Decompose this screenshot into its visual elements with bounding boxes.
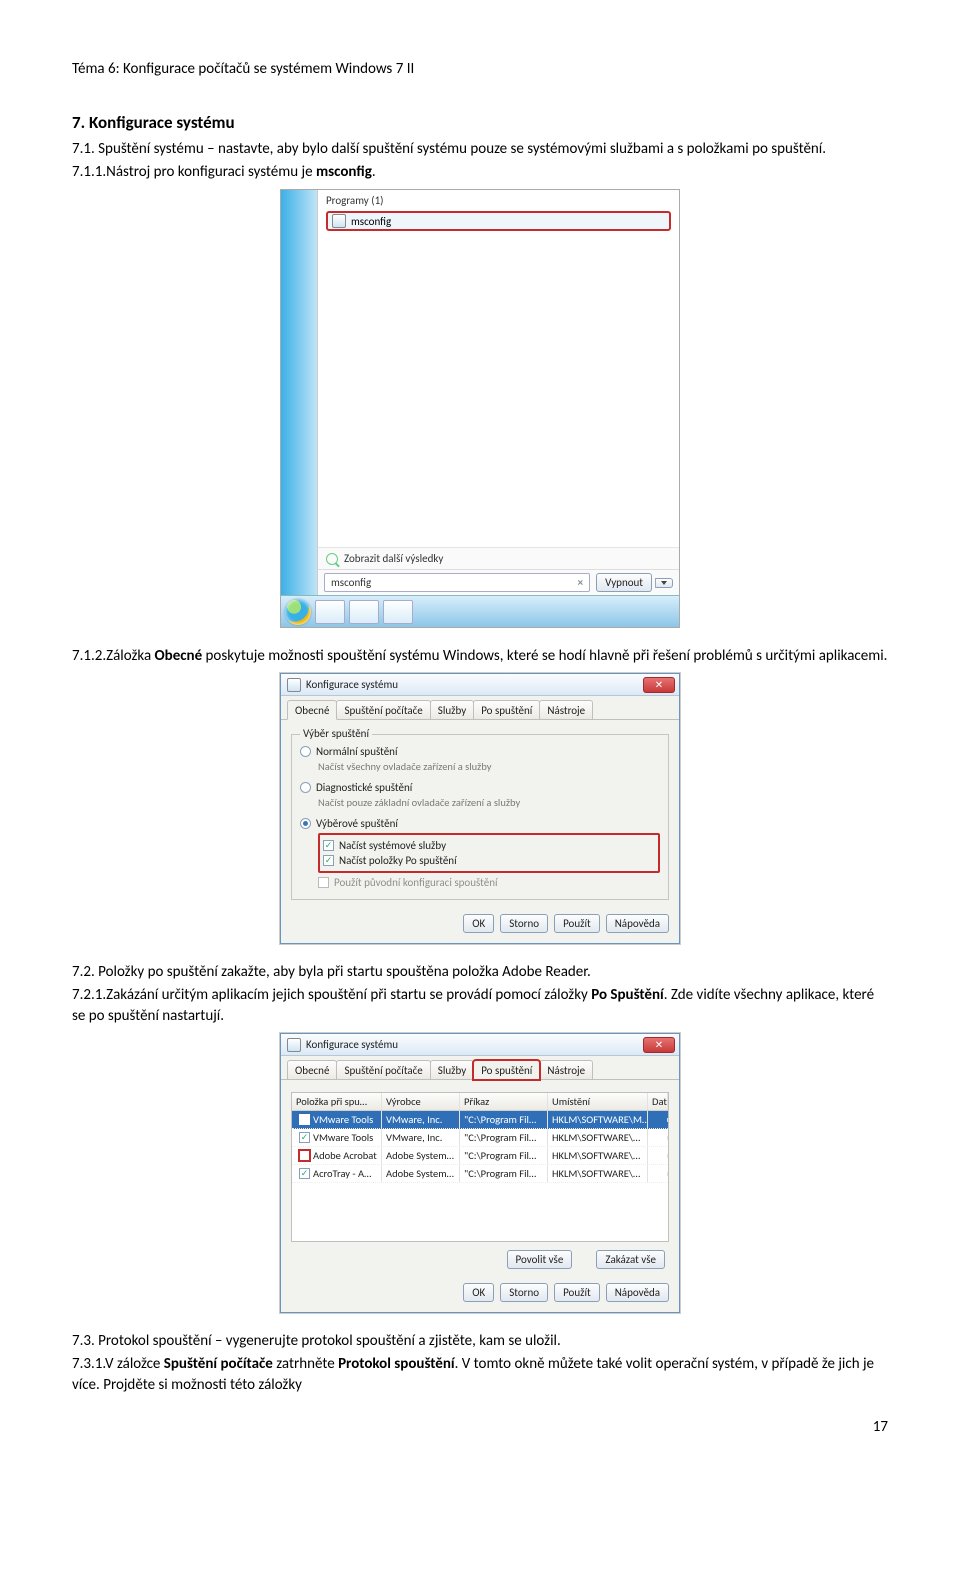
ok-button[interactable]: OK (463, 914, 494, 933)
cancel-button[interactable]: Storno (500, 914, 548, 933)
chevron-down-icon (661, 581, 667, 585)
startup-items-list[interactable]: Položka při spu… Výrobce Příkaz Umístění… (291, 1092, 669, 1242)
taskbar-app-icon[interactable] (349, 600, 379, 624)
help-button[interactable]: Nápověda (606, 1283, 669, 1302)
checkbox-icon (323, 840, 334, 851)
list-row[interactable]: Adobe AcrobatAdobe System…"C:\Program Fi… (292, 1147, 668, 1165)
check-load-system-services[interactable]: Načíst systémové služby (323, 839, 655, 852)
p-7-1-2: 7.1.2.Záložka Obecné poskytuje možnosti … (72, 646, 888, 667)
tab-bar: Obecné Spuštění počítače Služby Po spušt… (281, 696, 679, 720)
page-number: 17 (72, 1418, 888, 1436)
close-button[interactable]: ✕ (643, 677, 675, 693)
disable-all-button[interactable]: Zakázat vše (596, 1250, 665, 1269)
tab-spusteni-pocitace[interactable]: Spuštění počítače (336, 1060, 430, 1079)
highlight-box: Načíst systémové služby Načíst položky P… (318, 833, 660, 873)
start-search-input[interactable]: msconfig × (324, 573, 590, 592)
apply-button[interactable]: Použít (554, 1283, 600, 1302)
tab-spusteni-pocitace[interactable]: Spuštění počítače (336, 700, 430, 719)
checkbox-icon (323, 855, 334, 866)
p-7-1: 7.1. Spuštění systému – nastavte, aby by… (72, 139, 888, 160)
checkbox-icon (318, 877, 329, 888)
taskbar-app-icon[interactable] (383, 600, 413, 624)
checkbox-icon[interactable] (299, 1150, 310, 1161)
start-orb-icon[interactable] (285, 599, 311, 625)
clear-icon[interactable]: × (578, 576, 583, 589)
shutdown-button[interactable]: Vypnout (596, 573, 652, 592)
p-7-3-1: 7.3.1.V záložce Spuštění počítače zatrhn… (72, 1354, 888, 1396)
shutdown-options-button[interactable] (655, 578, 673, 588)
enable-all-button[interactable]: Povolit vše (507, 1250, 573, 1269)
startmenu-screenshot: Programy (1) msconfig Zobrazit další výs… (280, 189, 680, 628)
programs-header: Programy (1) (318, 190, 679, 209)
msconfig-general-dialog: Konfigurace systému ✕ Obecné Spuštění po… (280, 673, 680, 944)
tab-po-spusteni[interactable]: Po spuštění (473, 700, 540, 719)
list-row[interactable]: AcroTray - A…Adobe System…"C:\Program Fi… (292, 1165, 668, 1183)
search-result-msconfig[interactable]: msconfig (326, 211, 671, 231)
taskbar (281, 595, 679, 627)
tab-po-spusteni[interactable]: Po spuštění (473, 1060, 540, 1080)
more-results-link[interactable]: Zobrazit další výsledky (318, 547, 679, 569)
startmenu-accent (281, 190, 317, 595)
ok-button[interactable]: OK (463, 1283, 494, 1302)
checkbox-icon[interactable] (299, 1132, 310, 1143)
tab-nastroje[interactable]: Nástroje (539, 1060, 593, 1079)
check-load-startup-items[interactable]: Načíst položky Po spuštění (323, 854, 655, 867)
doc-header: Téma 6: Konfigurace počítačů se systémem… (72, 60, 888, 78)
tab-obecne[interactable]: Obecné (287, 700, 337, 720)
radio-icon (300, 818, 311, 829)
radio-icon (300, 746, 311, 757)
help-button[interactable]: Nápověda (606, 914, 669, 933)
p-7-2-1: 7.2.1.Zakázání určitým aplikacím jejich … (72, 985, 888, 1027)
tab-obecne[interactable]: Obecné (287, 1060, 337, 1079)
checkbox-icon[interactable] (299, 1114, 310, 1125)
search-icon (326, 553, 338, 565)
tab-sluzby[interactable]: Služby (430, 1060, 474, 1079)
radio-icon (300, 782, 311, 793)
tab-nastroje[interactable]: Nástroje (539, 700, 593, 719)
tab-bar: Obecné Spuštění počítače Služby Po spušt… (281, 1056, 679, 1080)
window-title: Konfigurace systému (306, 1038, 398, 1051)
startup-selection-group: Výběr spuštění Normální spuštění Načíst … (291, 734, 669, 900)
apply-button[interactable]: Použít (554, 914, 600, 933)
taskbar-app-icon[interactable] (315, 600, 345, 624)
p-7-3: 7.3. Protokol spouštění – vygenerujte pr… (72, 1331, 888, 1352)
p-7-1-1: 7.1.1.Nástroj pro konfiguraci systému je… (72, 162, 888, 183)
msconfig-window-icon (287, 678, 301, 692)
section-7-title: 7. Konfigurace systému (72, 112, 888, 133)
radio-normal-startup[interactable]: Normální spuštění (300, 745, 660, 758)
list-header: Položka při spu… Výrobce Příkaz Umístění… (292, 1093, 668, 1111)
cancel-button[interactable]: Storno (500, 1283, 548, 1302)
tab-sluzby[interactable]: Služby (430, 700, 474, 719)
msconfig-window-icon (287, 1038, 301, 1052)
msconfig-icon (332, 214, 346, 228)
radio-selective-startup[interactable]: Výběrové spuštění (300, 817, 660, 830)
msconfig-startup-dialog: Konfigurace systému ✕ Obecné Spuštění po… (280, 1033, 680, 1313)
check-use-original-boot[interactable]: Použít původní konfiguraci spouštění (318, 876, 660, 889)
checkbox-icon[interactable] (299, 1168, 310, 1179)
list-row[interactable]: VMware ToolsVMware, Inc."C:\Program Fil…… (292, 1129, 668, 1147)
list-row[interactable]: VMware ToolsVMware, Inc."C:\Program Fil…… (292, 1111, 668, 1129)
radio-diagnostic-startup[interactable]: Diagnostické spuštění (300, 781, 660, 794)
window-title: Konfigurace systému (306, 678, 398, 691)
p-7-2: 7.2. Položky po spuštění zakažte, aby by… (72, 962, 888, 983)
close-button[interactable]: ✕ (643, 1037, 675, 1053)
